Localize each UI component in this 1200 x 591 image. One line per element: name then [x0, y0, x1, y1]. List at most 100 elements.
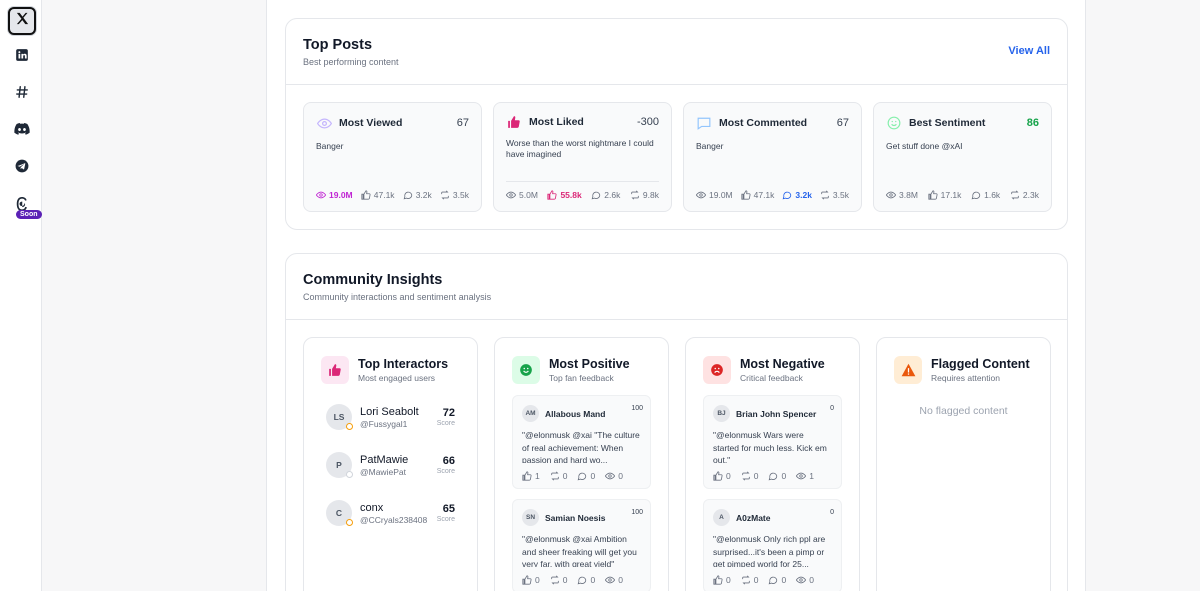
- most-viewed-card[interactable]: Most Viewed 67 Banger 19.0M 47.1k 3.2k 3…: [303, 102, 482, 212]
- comments-value: 3.2k: [415, 190, 432, 200]
- reposts-stat: 0: [741, 471, 759, 481]
- eye-icon: [796, 472, 807, 480]
- avatar: LS: [326, 404, 353, 430]
- reposts-value: 0: [753, 471, 759, 481]
- repost-icon: [631, 190, 639, 200]
- comment-icon: [769, 472, 778, 481]
- likes-stat: 47.1k: [361, 190, 395, 200]
- views-value: 0: [618, 575, 623, 585]
- comment-icon: [578, 472, 587, 481]
- community-title: Community Insights: [303, 272, 443, 288]
- smile-icon: [886, 115, 902, 131]
- interactor-score: 72: [442, 407, 455, 419]
- reposts-stat: 0: [550, 471, 567, 481]
- most-commented-card[interactable]: Most Commented 67 Banger 19.0M 47.1k 3.2…: [683, 102, 862, 212]
- reposts-value: 3.5k: [832, 190, 849, 200]
- hashtag-platform-button[interactable]: [8, 80, 36, 108]
- views-stat: 3.8M: [886, 190, 918, 200]
- status-dot: [346, 423, 353, 430]
- reposts-stat: 0: [550, 575, 567, 585]
- most-liked-card[interactable]: Most Liked -300 Worse than the worst nig…: [493, 102, 672, 212]
- telegram-platform-button[interactable]: [8, 154, 36, 182]
- card-label: Most Viewed: [339, 117, 403, 129]
- frown-icon: [703, 356, 731, 384]
- views-stat: 0: [605, 471, 623, 481]
- feedback-author: Samian Noesis: [545, 512, 606, 523]
- top-interactors-subtitle: Most engaged users: [358, 373, 436, 383]
- score-label: Score: [436, 420, 455, 427]
- feedback-stats: 0 0 0 0: [713, 575, 814, 585]
- likes-value: 0: [726, 471, 731, 481]
- interactor-row[interactable]: LS Lori Seabolt @Fussygal1 72 Score: [326, 399, 455, 435]
- feedback-text: "@elonmusk @xai "The culture of real ach…: [522, 430, 640, 463]
- linkedin-platform-button[interactable]: [8, 43, 36, 71]
- feedback-card[interactable]: SN Samian Noesis 100 "@elonmusk @xai Amb…: [512, 499, 651, 591]
- repost-icon: [741, 471, 750, 481]
- warning-icon: [894, 356, 922, 384]
- comments-stat: 3.2k: [403, 190, 432, 200]
- post-text: Banger: [696, 141, 724, 151]
- top-posts-panel: Top Posts Best performing content View A…: [285, 18, 1068, 230]
- reposts-stat: 3.5k: [820, 190, 849, 200]
- thumbs-up-icon: [522, 471, 532, 481]
- eye-icon: [796, 576, 807, 584]
- eye-icon: [316, 115, 332, 131]
- most-negative-title: Most Negative: [740, 357, 825, 371]
- comments-stat: 0: [577, 575, 595, 585]
- comments-stat: 3.2k: [782, 190, 812, 200]
- best-sentiment-card[interactable]: Best Sentiment 86 Get stuff done @xAI 3.…: [873, 102, 1052, 212]
- feedback-stats: 0 0 0 1: [713, 471, 814, 481]
- score-label: Score: [436, 516, 455, 523]
- feedback-card[interactable]: AM Allabous Mand 100 "@elonmusk @xai "Th…: [512, 395, 651, 489]
- card-label: Best Sentiment: [909, 117, 986, 129]
- eye-icon: [696, 191, 706, 199]
- reposts-stat: 9.8k: [630, 190, 659, 200]
- views-stat: 19.0M: [316, 190, 353, 200]
- avatar: BJ: [713, 405, 730, 422]
- post-stats: 19.0M 47.1k 3.2k 3.5k: [696, 190, 849, 200]
- most-positive-title: Most Positive: [549, 357, 630, 371]
- likes-stat: 55.8k: [547, 190, 582, 200]
- views-stat: 0: [796, 575, 814, 585]
- thumbs-up-icon: [928, 190, 938, 200]
- views-value: 1: [809, 471, 814, 481]
- linkedin-icon: [15, 48, 29, 67]
- likes-stat: 17.1k: [928, 190, 961, 200]
- platform-sidebar: Soon: [0, 0, 42, 591]
- comments-value: 3.2k: [795, 190, 812, 200]
- flagged-title: Flagged Content: [931, 357, 1030, 371]
- eye-icon: [605, 576, 616, 584]
- comments-value: 1.6k: [984, 190, 1001, 200]
- likes-value: 1: [535, 471, 540, 481]
- divider: [506, 181, 659, 182]
- comments-stat: 2.6k: [591, 190, 620, 200]
- eye-icon: [605, 472, 616, 480]
- feedback-author: A0zMate: [736, 512, 771, 523]
- discord-platform-button[interactable]: [8, 117, 36, 145]
- thumbs-up-icon: [713, 575, 723, 585]
- view-all-link[interactable]: View All: [1008, 45, 1050, 57]
- feedback-card[interactable]: BJ Brian John Spencer 0 "@elonmusk Wars …: [703, 395, 842, 489]
- avatar: SN: [522, 509, 539, 526]
- likes-value: 47.1k: [373, 190, 395, 200]
- comments-value: 0: [590, 471, 596, 481]
- interactor-row[interactable]: P PatMawie @MawiePat 66 Score: [326, 447, 455, 483]
- status-dot: [346, 471, 353, 478]
- comment-icon: [591, 191, 601, 200]
- likes-stat: 0: [713, 575, 731, 585]
- card-label: Most Commented: [719, 117, 808, 129]
- post-stats: 3.8M 17.1k 1.6k 2.3k: [886, 190, 1039, 200]
- reposts-value: 2.3k: [1022, 190, 1039, 200]
- x-platform-button[interactable]: [8, 7, 36, 35]
- feedback-card[interactable]: A A0zMate 0 "@elonmusk Only rich ppl are…: [703, 499, 842, 591]
- views-value: 19.0M: [709, 190, 733, 200]
- comments-value: 0: [781, 575, 787, 585]
- repost-icon: [1011, 190, 1019, 200]
- avatar: AM: [522, 405, 539, 422]
- interactor-row[interactable]: C conx @CCryals238408 65 Score: [326, 495, 455, 531]
- repost-icon: [550, 471, 559, 481]
- flagged-content-column: Flagged Content Requires attention No fl…: [876, 337, 1051, 591]
- feedback-stats: 0 0 0 0: [522, 575, 623, 585]
- comments-stat: 0: [577, 471, 595, 481]
- top-posts-subtitle: Best performing content: [303, 57, 399, 67]
